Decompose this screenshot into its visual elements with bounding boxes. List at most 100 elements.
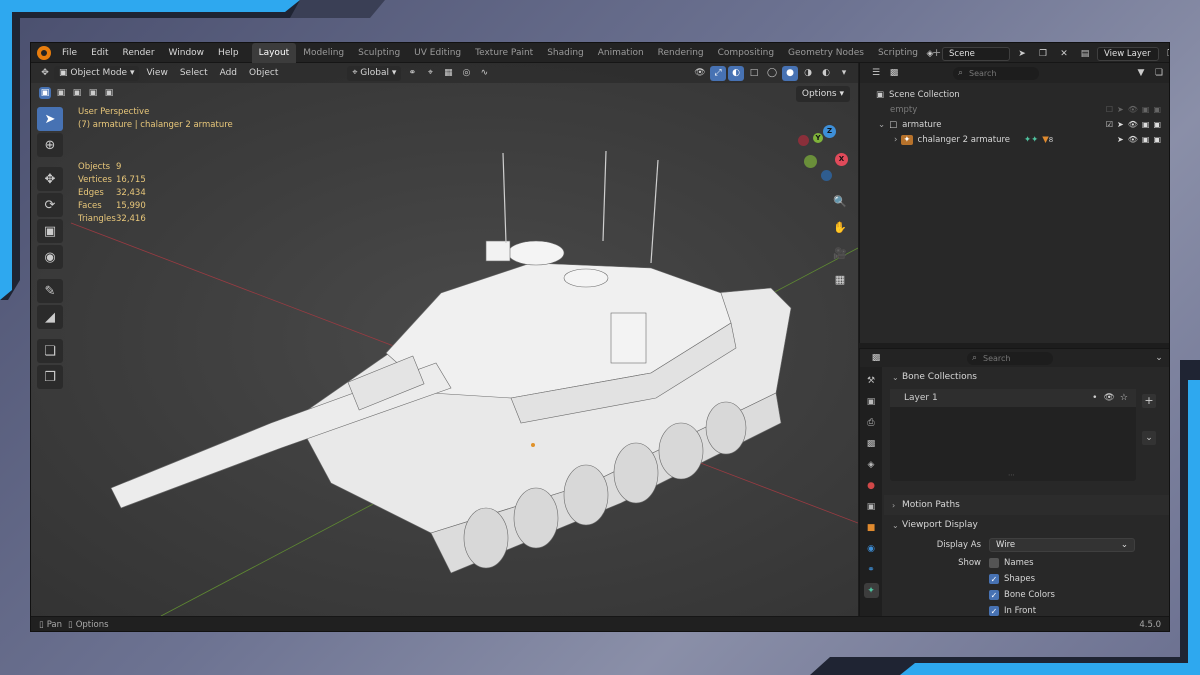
bone-collection-list: Layer 1 • 👁 ☆ ⋯: [890, 389, 1136, 481]
outliner-editor-icon[interactable]: ☰: [868, 66, 884, 81]
constraints-tab-icon[interactable]: ⚭: [864, 562, 879, 577]
display-as-value: Wire: [996, 540, 1016, 550]
expand-chevron-icon[interactable]: ›: [894, 135, 897, 145]
panel-bone-collections[interactable]: ⌄ Bone Collections: [884, 367, 1169, 387]
tab-uv-editing[interactable]: UV Editing: [407, 43, 468, 63]
outliner-item-empty[interactable]: empty ☐ ➤ 👁 ▣ ▣: [860, 102, 1169, 117]
expand-chevron-icon[interactable]: ⌄: [878, 120, 885, 130]
axis-neg-x-gizmo[interactable]: [798, 135, 809, 146]
render-tab-icon[interactable]: ▣: [864, 394, 879, 409]
panel-title: Bone Collections: [902, 372, 977, 382]
tab-sculpting[interactable]: Sculpting: [351, 43, 407, 63]
scene-icon[interactable]: ◈: [922, 46, 938, 61]
select-arrow-icon[interactable]: ➤: [1117, 105, 1124, 114]
exclude-checkbox-icon[interactable]: ☐: [1106, 105, 1113, 114]
pin-icon[interactable]: ➤: [1014, 46, 1030, 61]
view-layer-icon[interactable]: ▤: [1077, 46, 1093, 61]
collection-tab-icon[interactable]: ▣: [864, 499, 879, 514]
armature-data-tab-icon[interactable]: ✦: [863, 583, 879, 598]
menu-file[interactable]: File: [55, 43, 84, 63]
eye-icon[interactable]: 👁: [1103, 393, 1114, 403]
remove-scene-icon[interactable]: ✕: [1056, 46, 1072, 61]
new-view-layer-icon[interactable]: ❐: [1163, 46, 1169, 61]
chevron-down-icon: ⌄: [1120, 540, 1128, 550]
tool-tab-icon[interactable]: ⚒: [864, 373, 879, 388]
outliner-item-armature[interactable]: ⌄ □ armature ☑ ➤ 👁 ▣ ▣: [860, 117, 1169, 132]
axis-z-gizmo[interactable]: Z: [823, 125, 836, 138]
eye-icon[interactable]: 👁: [1128, 135, 1138, 144]
axis-neg-z-gizmo[interactable]: [821, 170, 832, 181]
in-front-checkbox[interactable]: ✓ In Front: [989, 606, 1036, 616]
world-tab-icon[interactable]: ●: [864, 478, 879, 493]
names-checkbox[interactable]: Names: [989, 558, 1034, 568]
list-resize-handle[interactable]: ⋯: [1008, 471, 1015, 479]
panel-motion-paths[interactable]: › Motion Paths: [884, 495, 1169, 515]
camera-icon[interactable]: ▣: [1153, 135, 1161, 144]
properties-options-icon[interactable]: ⌄: [1151, 351, 1167, 366]
shapes-checkbox[interactable]: ✓ Shapes: [989, 574, 1035, 584]
output-tab-icon[interactable]: ⎙: [864, 415, 879, 430]
add-bone-collection-button[interactable]: +: [1142, 394, 1156, 408]
tab-compositing[interactable]: Compositing: [711, 43, 781, 63]
camera-icon[interactable]: ▣: [1153, 120, 1161, 129]
axis-x-gizmo[interactable]: X: [835, 153, 848, 166]
monitor-icon[interactable]: ▣: [1142, 105, 1150, 114]
filter-icon[interactable]: ▼: [1133, 66, 1149, 81]
view-layer-tab-icon[interactable]: ▩: [864, 436, 879, 451]
eye-icon[interactable]: 👁: [1128, 105, 1138, 114]
bone-collection-item[interactable]: Layer 1 • 👁 ☆: [890, 389, 1136, 407]
scene-collection-row[interactable]: ▣ Scene Collection: [860, 87, 1169, 102]
axis-neg-y-gizmo[interactable]: [804, 155, 817, 168]
properties-search-input[interactable]: Search: [967, 351, 1053, 365]
tab-animation[interactable]: Animation: [591, 43, 651, 63]
properties-editor-icon[interactable]: ▩: [868, 351, 884, 366]
menu-render[interactable]: Render: [116, 43, 162, 63]
physics-tab-icon[interactable]: ◉: [864, 541, 879, 556]
menu-edit[interactable]: Edit: [84, 43, 115, 63]
display-as-dropdown[interactable]: Wire ⌄: [989, 538, 1135, 552]
tab-texture-paint[interactable]: Texture Paint: [468, 43, 540, 63]
camera-view-icon[interactable]: 🎥: [830, 243, 850, 263]
star-icon[interactable]: ☆: [1120, 393, 1128, 403]
perspective-toggle-icon[interactable]: ▦: [830, 269, 850, 289]
tab-layout[interactable]: Layout: [251, 43, 297, 63]
menu-help[interactable]: Help: [211, 43, 246, 63]
eye-icon[interactable]: 👁: [1128, 120, 1138, 129]
tab-shading[interactable]: Shading: [540, 43, 591, 63]
navigation-gizmo[interactable]: Z X Y: [798, 125, 848, 185]
row-visibility-controls: ☑ ➤ 👁 ▣ ▣: [1106, 120, 1161, 129]
exclude-checkbox-icon[interactable]: ☑: [1106, 120, 1113, 129]
object-tab-icon[interactable]: ■: [864, 520, 879, 535]
menu-window[interactable]: Window: [162, 43, 212, 63]
tab-modeling[interactable]: Modeling: [296, 43, 351, 63]
zoom-icon[interactable]: 🔍: [830, 191, 850, 211]
3d-viewport[interactable]: ✥ ▣ Object Mode ▾ View Select Add Object…: [31, 63, 858, 616]
panel-title: Viewport Display: [902, 520, 978, 530]
camera-icon[interactable]: ▣: [1153, 105, 1161, 114]
status-bar: ▯ Pan ▯ Options 4.5.0: [31, 616, 1169, 631]
bone-colors-checkbox[interactable]: ✓ Bone Colors: [989, 590, 1055, 600]
panel-title: Motion Paths: [902, 500, 960, 510]
pan-hand-icon[interactable]: ✋: [830, 217, 850, 237]
select-arrow-icon[interactable]: ➤: [1117, 120, 1124, 129]
outliner-item-chalanger[interactable]: › ✦ chalanger 2 armature ✦✦ ▼ 8 ➤ 👁 ▣ ▣: [860, 132, 1169, 147]
blender-logo-icon[interactable]: [37, 45, 51, 60]
scene-selector[interactable]: Scene: [942, 46, 1010, 61]
tab-geometry-nodes[interactable]: Geometry Nodes: [781, 43, 871, 63]
new-collection-icon[interactable]: ❏: [1151, 66, 1167, 81]
monitor-icon[interactable]: ▣: [1142, 120, 1150, 129]
tab-rendering[interactable]: Rendering: [651, 43, 711, 63]
outliner-search-input[interactable]: Search: [953, 66, 1039, 80]
active-dot-icon[interactable]: •: [1092, 393, 1097, 403]
view-layer-selector[interactable]: View Layer: [1097, 46, 1159, 61]
bone-collection-menu-button[interactable]: ⌄: [1142, 431, 1156, 445]
monitor-icon[interactable]: ▣: [1142, 135, 1150, 144]
axis-y-gizmo[interactable]: Y: [813, 133, 823, 143]
scene-tab-icon[interactable]: ◈: [864, 457, 879, 472]
new-scene-icon[interactable]: ❐: [1035, 46, 1051, 61]
select-arrow-icon[interactable]: ➤: [1117, 135, 1124, 144]
collapse-chevron-icon: ⌄: [892, 520, 899, 530]
display-mode-icon[interactable]: ▩: [886, 66, 902, 81]
tab-scripting[interactable]: Scripting: [871, 43, 925, 63]
panel-viewport-display[interactable]: ⌄ Viewport Display: [884, 515, 1169, 535]
